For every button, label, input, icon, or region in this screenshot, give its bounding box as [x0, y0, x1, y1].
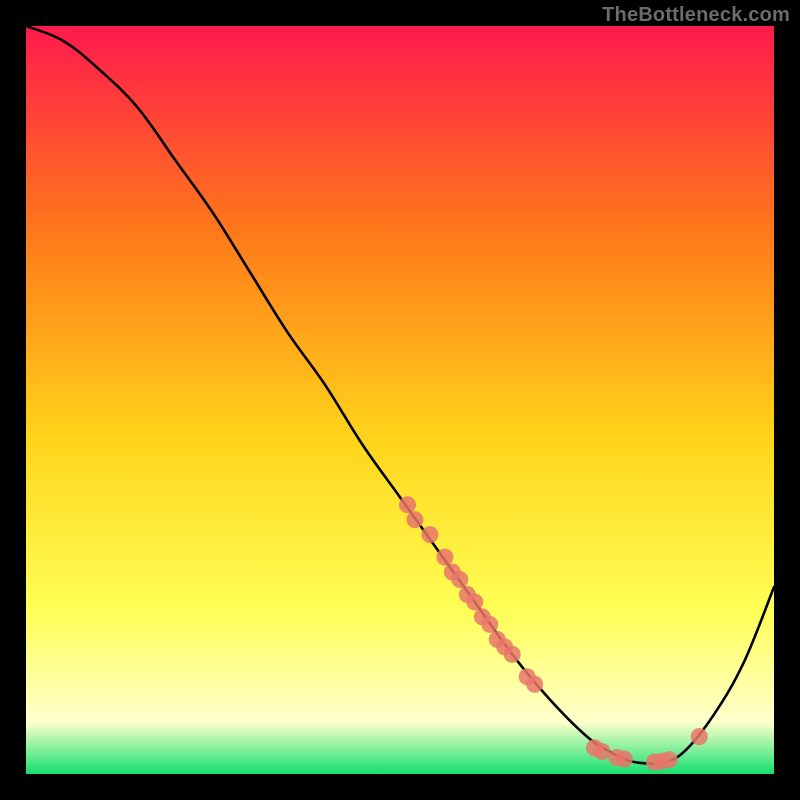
scatter-point	[526, 676, 543, 693]
chart-svg	[26, 26, 774, 774]
scatter-point	[691, 728, 708, 745]
attribution-text: TheBottleneck.com	[602, 4, 790, 27]
chart-plot	[26, 26, 774, 774]
scatter-point	[406, 511, 423, 528]
scatter-point	[616, 751, 633, 768]
scatter-point	[436, 549, 453, 566]
scatter-point	[399, 496, 416, 513]
scatter-point	[451, 571, 468, 588]
scatter-point	[466, 593, 483, 610]
scatter-point	[661, 751, 678, 768]
scatter-point	[481, 616, 498, 633]
scatter-point	[504, 646, 521, 663]
scatter-point	[593, 743, 610, 760]
gradient-background	[26, 26, 774, 774]
scatter-point	[421, 526, 438, 543]
